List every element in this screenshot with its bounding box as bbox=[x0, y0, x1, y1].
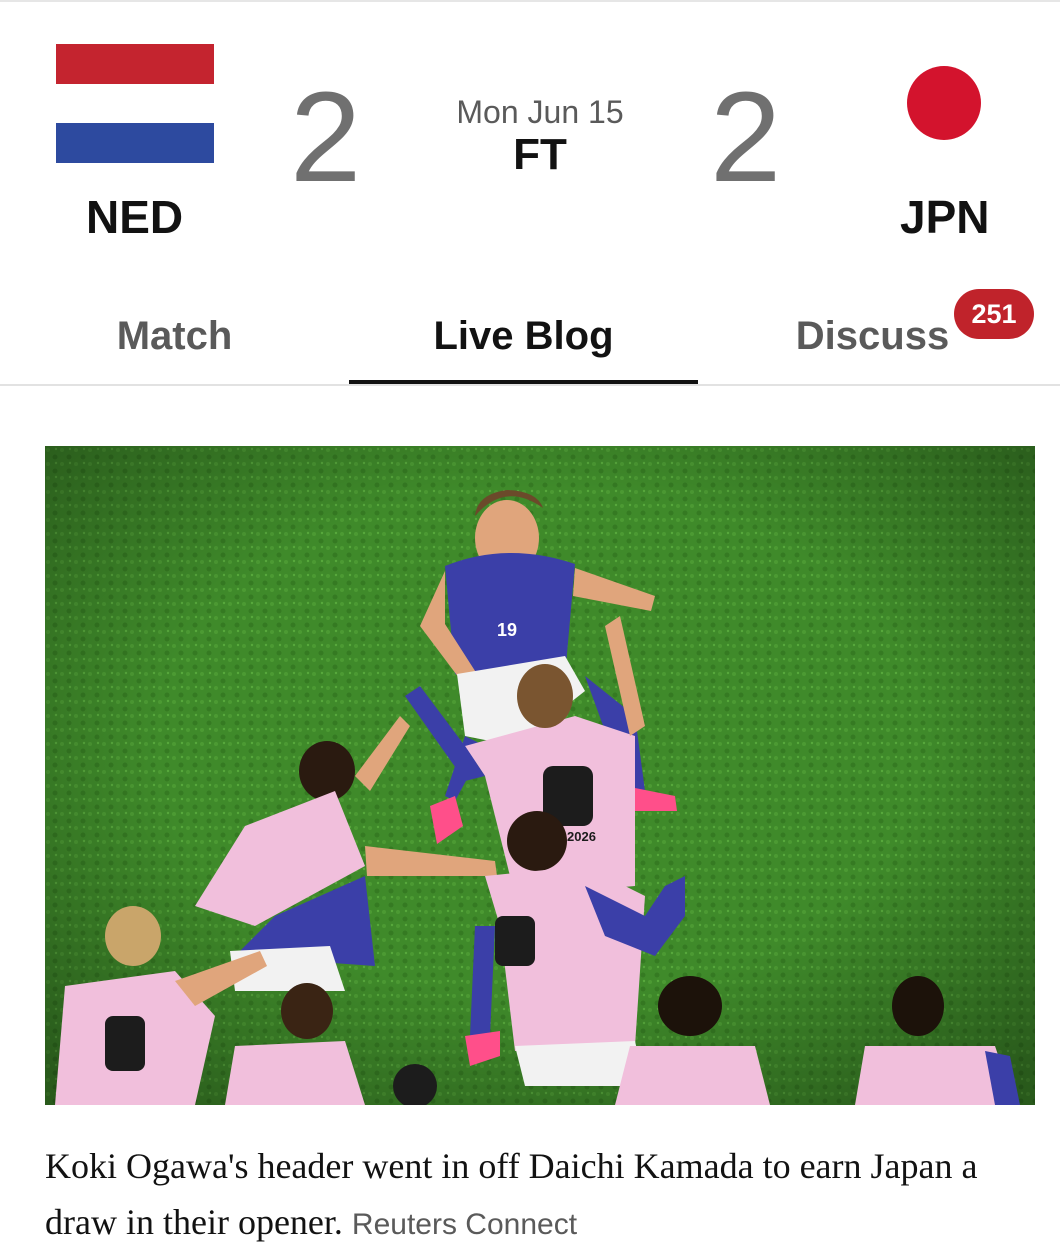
top-divider bbox=[0, 0, 1060, 2]
photo-credit: Reuters Connect bbox=[351, 1208, 578, 1241]
match-date: Mon Jun 15 bbox=[456, 94, 624, 130]
svg-text:2026: 2026 bbox=[567, 829, 596, 844]
match-photo[interactable]: 19 2026 bbox=[45, 446, 1035, 1105]
home-team-code: NED bbox=[86, 191, 184, 243]
japan-flag-icon bbox=[907, 66, 981, 140]
svg-text:19: 19 bbox=[497, 620, 517, 640]
tab-match[interactable]: Match bbox=[0, 290, 349, 382]
netherlands-flag-icon bbox=[56, 44, 214, 163]
tabs-divider bbox=[0, 384, 1060, 386]
discuss-count-badge: 251 bbox=[954, 289, 1034, 339]
tab-bar: Match Live Blog Discuss bbox=[0, 290, 1060, 386]
away-score: 2 bbox=[710, 66, 782, 209]
tab-live-blog[interactable]: Live Blog bbox=[349, 290, 698, 382]
away-team-code: JPN bbox=[900, 191, 990, 243]
photo-caption: Koki Ogawa's header went in off Daichi K… bbox=[45, 1138, 1025, 1253]
match-status: FT bbox=[513, 130, 567, 179]
home-score: 2 bbox=[290, 66, 362, 209]
